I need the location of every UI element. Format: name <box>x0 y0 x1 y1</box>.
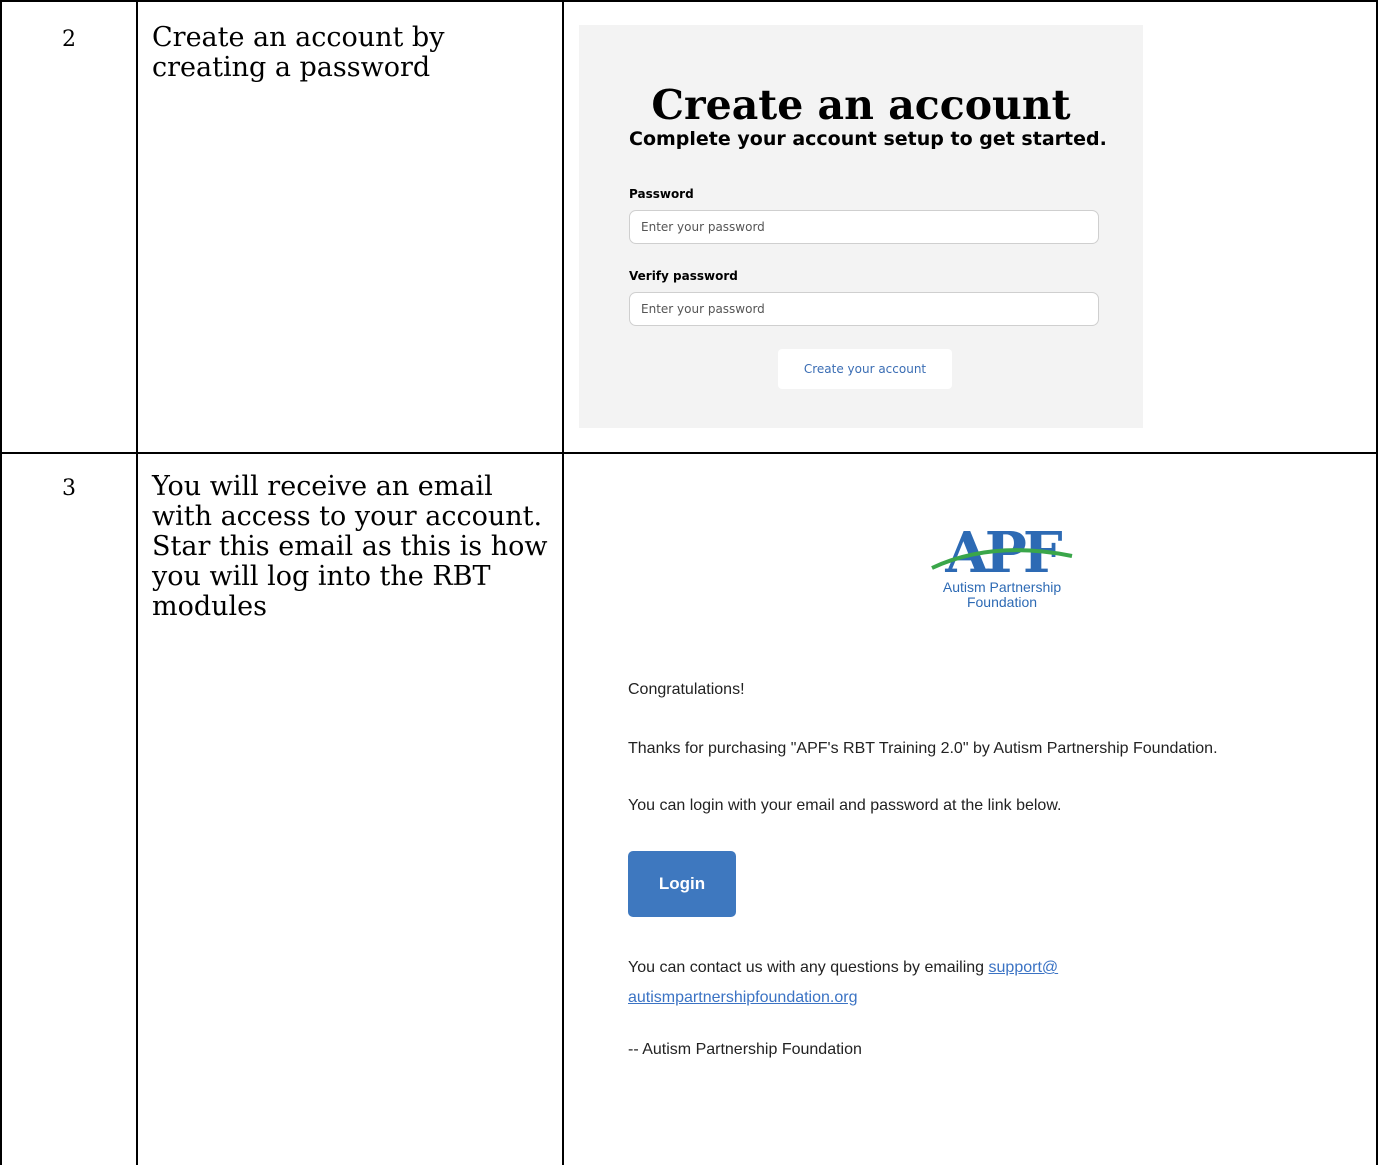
card-subtitle: Complete your account setup to get start… <box>629 128 1107 150</box>
logo-line-1: Autism Partnership <box>943 579 1061 595</box>
support-email-link[interactable]: support@ <box>989 959 1059 976</box>
create-account-button[interactable]: Create your account <box>778 349 952 389</box>
verify-password-field[interactable] <box>629 292 1099 326</box>
email-thanks: Thanks for purchasing "APF's RBT Trainin… <box>628 740 1218 757</box>
email-contact: You can contact us with any questions by… <box>628 953 1328 1013</box>
card-title: Create an account <box>651 81 1071 129</box>
table-row-separator <box>0 452 1378 454</box>
apf-logo: APF Autism Partnership Foundation <box>931 520 1073 610</box>
password-field[interactable] <box>629 210 1099 244</box>
table-border-top <box>0 0 1378 2</box>
contact-text: You can contact us with any questions by… <box>628 959 989 976</box>
step-number: 3 <box>62 476 76 501</box>
password-label: Password <box>629 187 694 201</box>
logo-line-2: Foundation <box>967 594 1037 610</box>
verify-password-label: Verify password <box>629 269 738 283</box>
login-button[interactable]: Login <box>628 851 736 917</box>
step-instruction: Create an account by creating a password <box>152 22 445 83</box>
table-divider-2 <box>562 0 564 1165</box>
step-number: 2 <box>62 27 76 52</box>
email-login-info: You can login with your email and passwo… <box>628 797 1062 814</box>
create-account-card: Create an account Complete your account … <box>579 25 1143 428</box>
table-border-left <box>0 0 2 1165</box>
support-email-link-continued[interactable]: autismpartnershipfoundation.org <box>628 989 857 1006</box>
step-instruction: You will receive an email with access to… <box>152 471 548 622</box>
email-greeting: Congratulations! <box>628 681 745 698</box>
table-divider-1 <box>136 0 138 1165</box>
email-signature: -- Autism Partnership Foundation <box>628 1041 862 1058</box>
